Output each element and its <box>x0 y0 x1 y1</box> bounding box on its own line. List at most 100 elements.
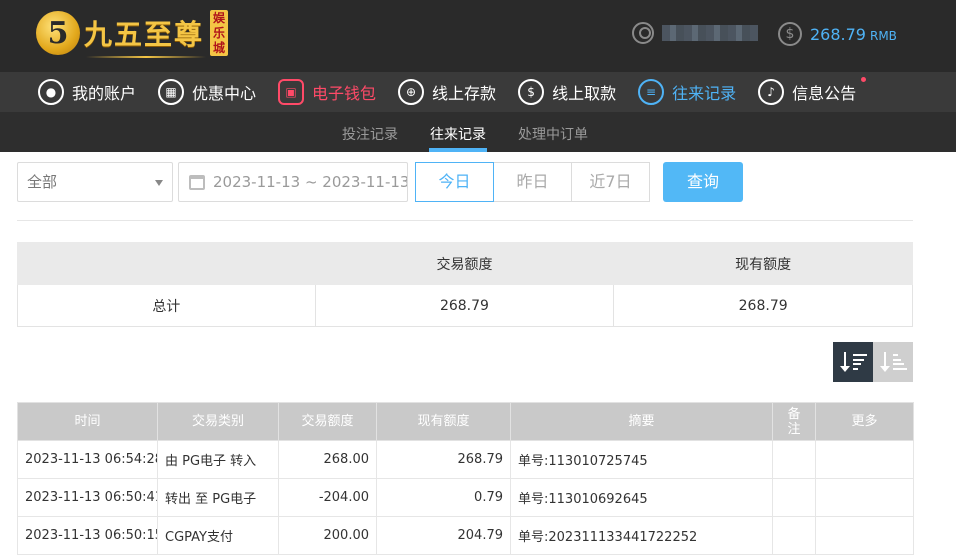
col-header-time[interactable]: 时间 <box>17 402 158 441</box>
nav-label: 线上取款 <box>552 84 617 103</box>
preset-yesterday-button[interactable]: 昨日 <box>493 162 572 202</box>
cell-summary: 单号:113010725745 <box>510 440 773 479</box>
preset-today-button[interactable]: 今日 <box>415 162 494 202</box>
sort-desc-lines-icon <box>852 354 867 370</box>
cell-type: 转出 至 PG电子 <box>157 478 279 517</box>
preset-7days-button[interactable]: 近7日 <box>571 162 650 202</box>
sort-descending-button[interactable] <box>833 342 873 382</box>
records-icon: ≡ <box>638 79 665 105</box>
nav-label: 我的账户 <box>72 84 137 103</box>
balance-display: $ 268.79 RMB <box>778 22 897 46</box>
deposit-icon: ⊕ <box>398 79 425 105</box>
table-row[interactable]: 2023-11-13 06:50:15 CGPAY支付 200.00 204.7… <box>17 516 914 555</box>
sort-asc-lines-icon <box>892 354 907 370</box>
summary-row-label: 总计 <box>17 284 316 327</box>
select-value: 全部 <box>27 173 58 191</box>
records-table: 时间 交易类别 交易额度 现有额度 摘要 备注 更多 2023-11-13 06… <box>17 402 914 555</box>
col-header-remark[interactable]: 备注 <box>772 402 816 441</box>
username-redacted <box>662 25 758 41</box>
cell-balance: 268.79 <box>376 440 511 479</box>
summary-table: 交易额度 现有额度 总计 268.79 268.79 <box>17 242 913 327</box>
records-header-row: 时间 交易类别 交易额度 现有额度 摘要 备注 更多 <box>17 402 914 441</box>
subtab-pending-orders[interactable]: 处理中订单 <box>518 124 588 144</box>
cell-amount: -204.00 <box>278 478 377 517</box>
user-icon: ● <box>38 79 64 105</box>
nav-deposit[interactable]: ⊕ 线上存款 <box>398 79 496 105</box>
nav-e-wallet[interactable]: ▣ 电子钱包 <box>278 79 376 105</box>
bell-icon: ♪ <box>758 79 785 105</box>
nav-withdraw[interactable]: $ 线上取款 <box>518 79 616 105</box>
sort-ascending-button[interactable] <box>873 342 913 382</box>
nav-label: 线上存款 <box>432 84 497 103</box>
logo-badge: 5 <box>36 11 80 55</box>
calendar-icon <box>189 175 205 190</box>
date-range-value: 2023-11-13 ~ 2023-11-13 <box>213 173 408 191</box>
divider <box>17 220 913 221</box>
cell-type: CGPAY支付 <box>157 516 279 555</box>
col-header-summary[interactable]: 摘要 <box>510 402 773 441</box>
user-avatar-icon <box>632 22 654 44</box>
logo-underline <box>86 56 206 58</box>
summary-balance: 268.79 <box>613 284 913 327</box>
withdraw-icon: $ <box>518 79 545 105</box>
sort-down-arrow-icon <box>839 352 850 372</box>
query-button[interactable]: 查询 <box>663 162 743 202</box>
gift-icon: ▦ <box>158 79 185 105</box>
main-nav: ● 我的账户 ▦ 优惠中心 ▣ 电子钱包 ⊕ 线上存款 $ 线上取款 ≡ 往来记… <box>0 72 956 112</box>
nav-label: 优惠中心 <box>192 84 257 103</box>
date-range-input[interactable]: 2023-11-13 ~ 2023-11-13 <box>178 162 408 202</box>
nav-my-account[interactable]: ● 我的账户 <box>38 79 136 105</box>
top-header: 5 九五至尊 娱乐城 $ 268.79 RMB <box>0 0 956 72</box>
subtab-bet-records[interactable]: 投注记录 <box>342 124 398 144</box>
subtab-transaction-records[interactable]: 往来记录 <box>430 124 486 144</box>
cell-time: 2023-11-13 06:50:15 <box>17 516 158 555</box>
wallet-icon: ▣ <box>278 79 305 105</box>
table-row[interactable]: 2023-11-13 06:50:41 转出 至 PG电子 -204.00 0.… <box>17 478 914 517</box>
notification-dot <box>861 77 867 82</box>
nav-label: 往来记录 <box>672 84 737 103</box>
balance-unit: RMB <box>869 28 897 43</box>
balance-value: 268.79 <box>810 24 866 44</box>
cell-balance: 0.79 <box>376 478 511 517</box>
summary-header-empty <box>17 242 316 285</box>
summary-header-amount: 交易额度 <box>314 242 615 285</box>
summary-header-row: 交易额度 现有额度 <box>17 242 913 285</box>
cell-amount: 200.00 <box>278 516 377 555</box>
user-info[interactable] <box>632 22 758 44</box>
site-logo[interactable]: 5 九五至尊 娱乐城 <box>36 10 229 56</box>
nav-announcements[interactable]: ♪ 信息公告 <box>758 77 867 105</box>
logo-subtitle: 娱乐城 <box>210 10 229 56</box>
cell-summary: 单号:202311133441722252 <box>510 516 773 555</box>
nav-label: 电子钱包 <box>312 84 377 103</box>
logo-text: 九五至尊 <box>84 18 205 51</box>
col-header-more[interactable]: 更多 <box>815 402 914 441</box>
transaction-type-select[interactable]: 全部 <box>17 162 173 202</box>
cell-remark <box>772 440 816 479</box>
cell-remark <box>772 478 816 517</box>
col-header-amount[interactable]: 交易额度 <box>278 402 377 441</box>
cell-time: 2023-11-13 06:54:28 <box>17 440 158 479</box>
cell-summary: 单号:113010692645 <box>510 478 773 517</box>
dollar-icon: $ <box>778 22 802 46</box>
summary-header-balance: 现有额度 <box>613 242 913 285</box>
active-subtab-indicator <box>429 148 487 152</box>
summary-amount: 268.79 <box>314 284 615 327</box>
cell-more[interactable] <box>815 440 914 479</box>
nav-label: 信息公告 <box>792 84 857 103</box>
cell-more[interactable] <box>815 478 914 517</box>
sort-down-arrow-icon <box>879 352 890 372</box>
col-header-type[interactable]: 交易类别 <box>157 402 279 441</box>
cell-amount: 268.00 <box>278 440 377 479</box>
date-preset-group: 今日 昨日 近7日 <box>415 162 650 202</box>
cell-time: 2023-11-13 06:50:41 <box>17 478 158 517</box>
cell-type: 由 PG电子 转入 <box>157 440 279 479</box>
sub-nav: 投注记录 往来记录 处理中订单 <box>0 112 956 152</box>
table-row[interactable]: 2023-11-13 06:54:28 由 PG电子 转入 268.00 268… <box>17 440 914 479</box>
cell-more[interactable] <box>815 516 914 555</box>
caret-down-icon <box>155 180 163 186</box>
nav-promotions[interactable]: ▦ 优惠中心 <box>158 79 256 105</box>
cell-balance: 204.79 <box>376 516 511 555</box>
col-header-balance[interactable]: 现有额度 <box>376 402 511 441</box>
summary-total-row: 总计 268.79 268.79 <box>17 284 913 327</box>
nav-records[interactable]: ≡ 往来记录 <box>638 79 736 105</box>
